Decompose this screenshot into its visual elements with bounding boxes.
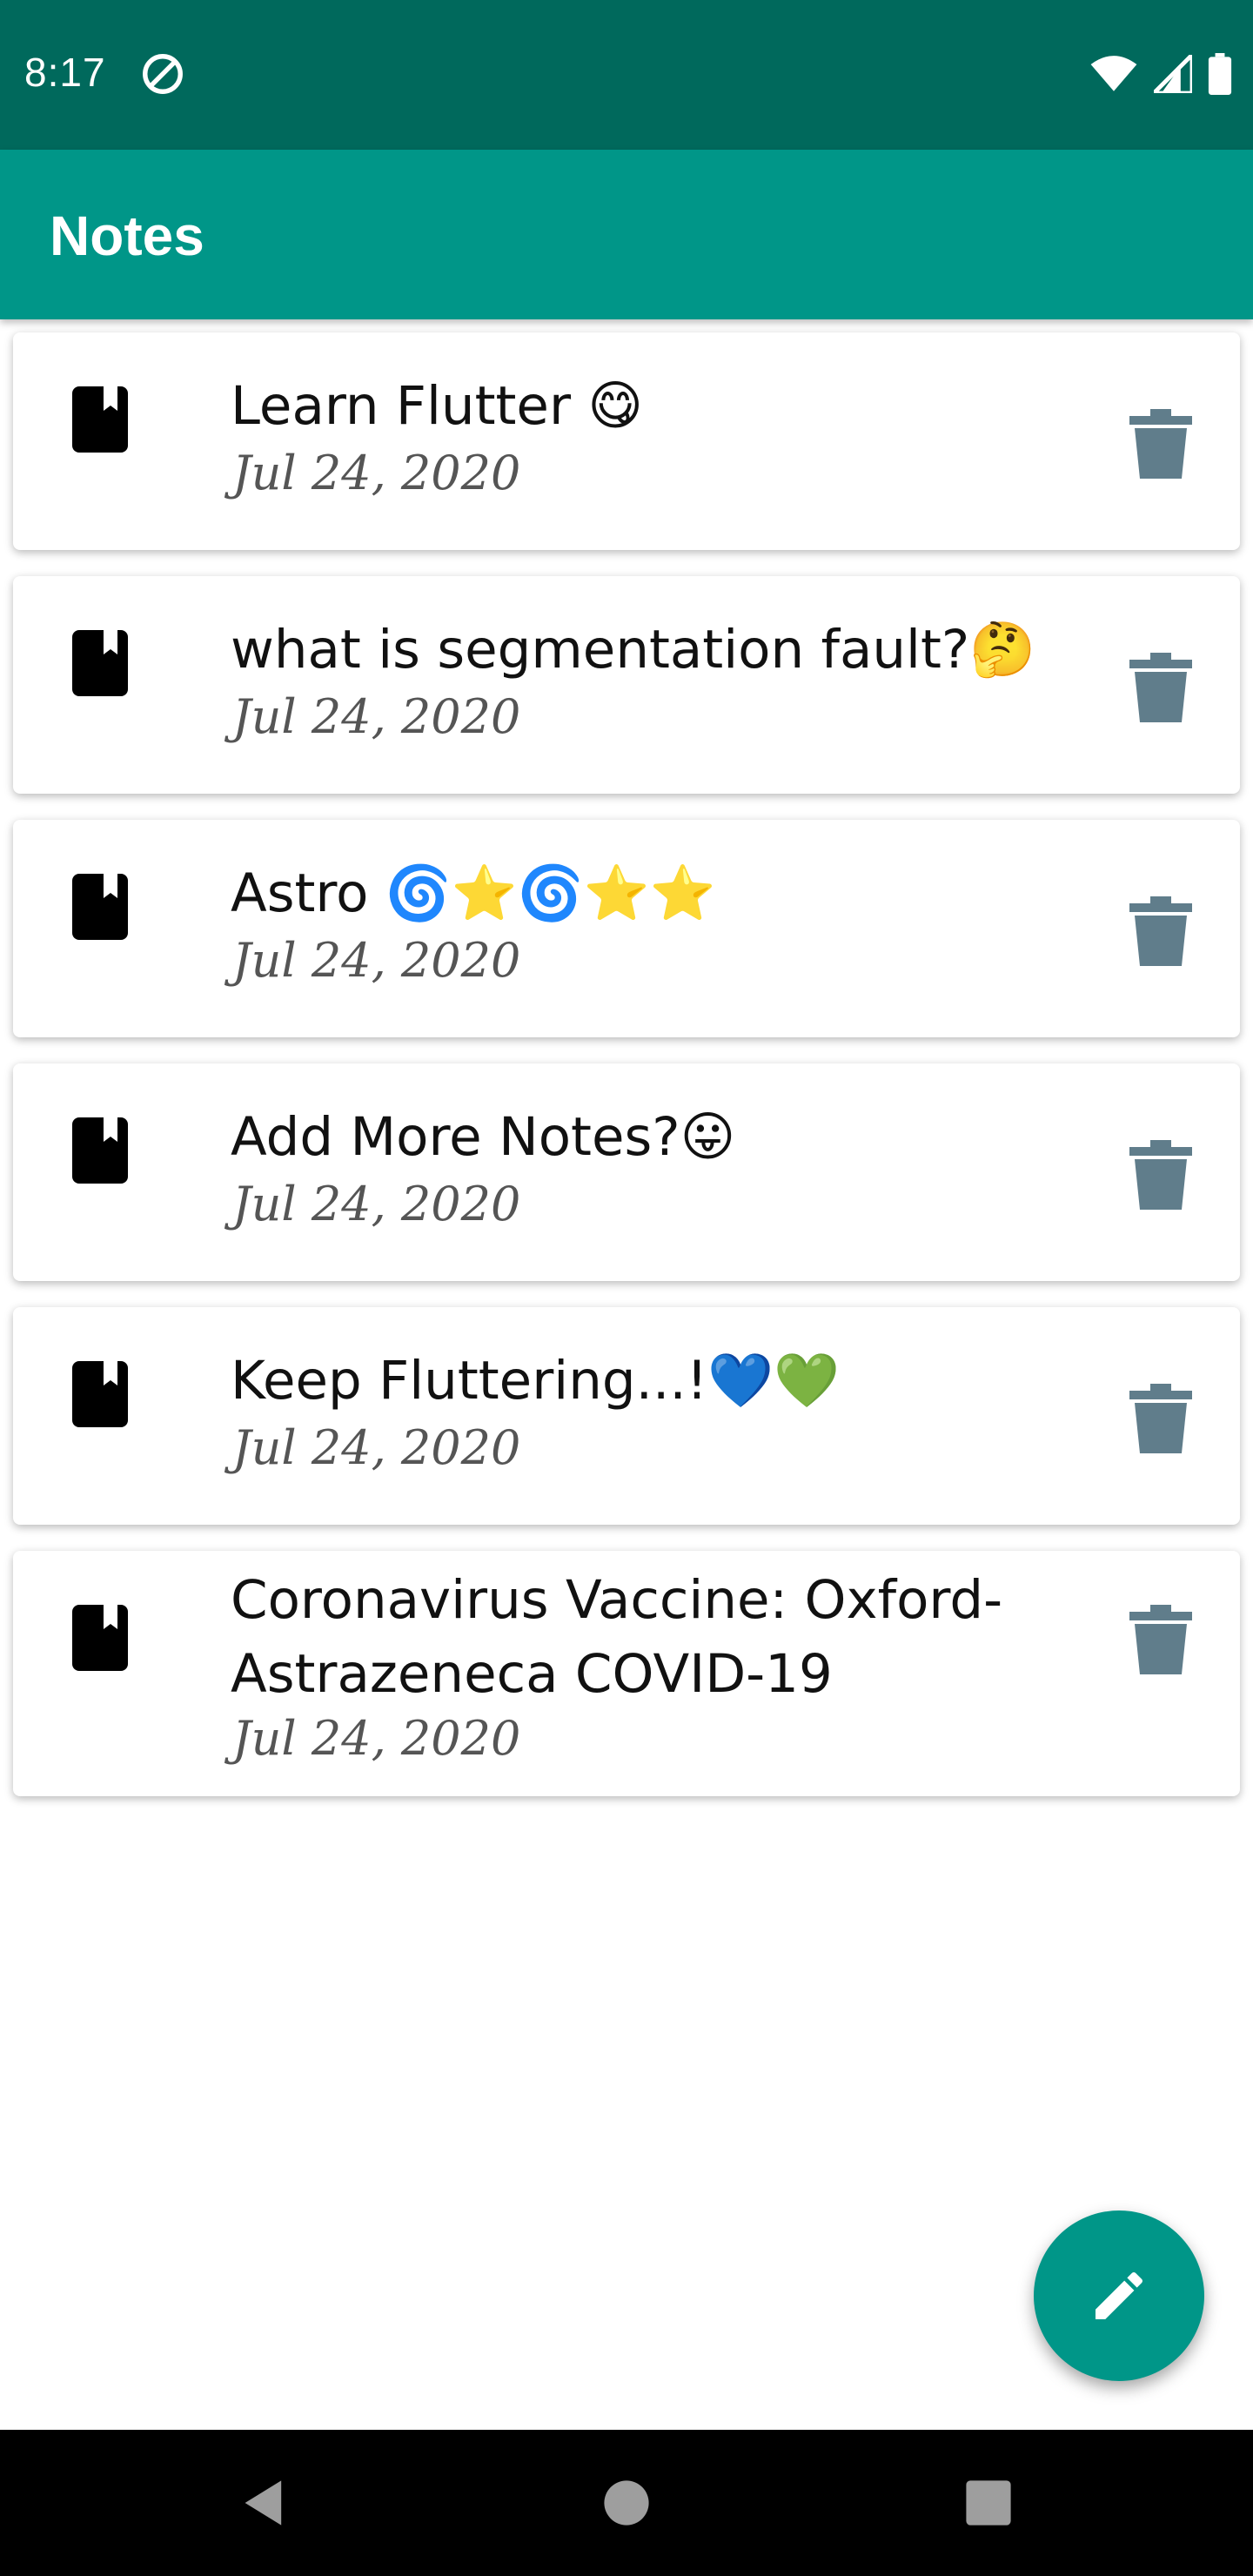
note-card[interactable]: Keep Fluttering...!💙💚 Jul 24, 2020 bbox=[13, 1307, 1240, 1525]
edit-pencil-icon bbox=[1096, 2271, 1143, 2319]
status-bar: 8:17 bbox=[0, 0, 1253, 150]
book-icon bbox=[72, 1605, 128, 1671]
note-title: Learn Flutter 😋 bbox=[231, 375, 644, 437]
note-card[interactable]: what is segmentation fault?🤔 Jul 24, 202… bbox=[13, 576, 1240, 794]
note-card[interactable]: Coronavirus Vaccine: Oxford-Astrazeneca … bbox=[13, 1551, 1240, 1796]
status-time: 8:17 bbox=[24, 50, 106, 95]
note-date: Jul 24, 2020 bbox=[232, 689, 521, 744]
trash-icon[interactable] bbox=[1129, 653, 1192, 722]
wifi-icon bbox=[1090, 56, 1137, 91]
status-icons bbox=[1089, 52, 1232, 96]
app-bar: Notes bbox=[0, 150, 1253, 319]
note-date: Jul 24, 2020 bbox=[232, 1420, 521, 1475]
home-circle-icon[interactable] bbox=[599, 2475, 654, 2531]
note-title: what is segmentation fault?🤔 bbox=[231, 619, 1036, 681]
book-icon bbox=[72, 386, 128, 453]
recents-square-icon[interactable] bbox=[961, 2475, 1016, 2531]
trash-icon[interactable] bbox=[1129, 1384, 1192, 1453]
book-icon bbox=[72, 1117, 128, 1184]
trash-icon[interactable] bbox=[1129, 1605, 1192, 1674]
book-icon bbox=[72, 1361, 128, 1427]
note-title: Coronavirus Vaccine: Oxford-Astrazeneca … bbox=[231, 1569, 1003, 1705]
note-title: Astro 🌀⭐🌀⭐⭐ bbox=[231, 862, 716, 924]
note-date: Jul 24, 2020 bbox=[232, 446, 521, 500]
signal-icon bbox=[1154, 55, 1192, 93]
book-icon bbox=[72, 630, 128, 696]
note-card[interactable]: Add More Notes?😛 Jul 24, 2020 bbox=[13, 1063, 1240, 1281]
page-title: Notes bbox=[50, 205, 204, 267]
trash-icon[interactable] bbox=[1129, 1140, 1192, 1210]
system-nav-bar bbox=[0, 2430, 1253, 2576]
note-title: Keep Fluttering...!💙💚 bbox=[231, 1350, 841, 1412]
at-sign-icon bbox=[143, 54, 183, 94]
back-triangle-icon[interactable] bbox=[237, 2475, 292, 2531]
note-date: Jul 24, 2020 bbox=[232, 1177, 521, 1231]
note-card[interactable]: Learn Flutter 😋 Jul 24, 2020 bbox=[13, 332, 1240, 550]
note-date: Jul 24, 2020 bbox=[232, 1711, 521, 1766]
note-title: Add More Notes?😛 bbox=[231, 1106, 736, 1168]
note-date: Jul 24, 2020 bbox=[232, 933, 521, 988]
book-icon bbox=[72, 874, 128, 940]
trash-icon[interactable] bbox=[1129, 896, 1192, 966]
note-card[interactable]: Astro 🌀⭐🌀⭐⭐ Jul 24, 2020 bbox=[13, 820, 1240, 1037]
battery-icon bbox=[1208, 53, 1232, 95]
trash-icon[interactable] bbox=[1129, 409, 1192, 479]
add-note-fab[interactable] bbox=[1034, 2210, 1204, 2381]
